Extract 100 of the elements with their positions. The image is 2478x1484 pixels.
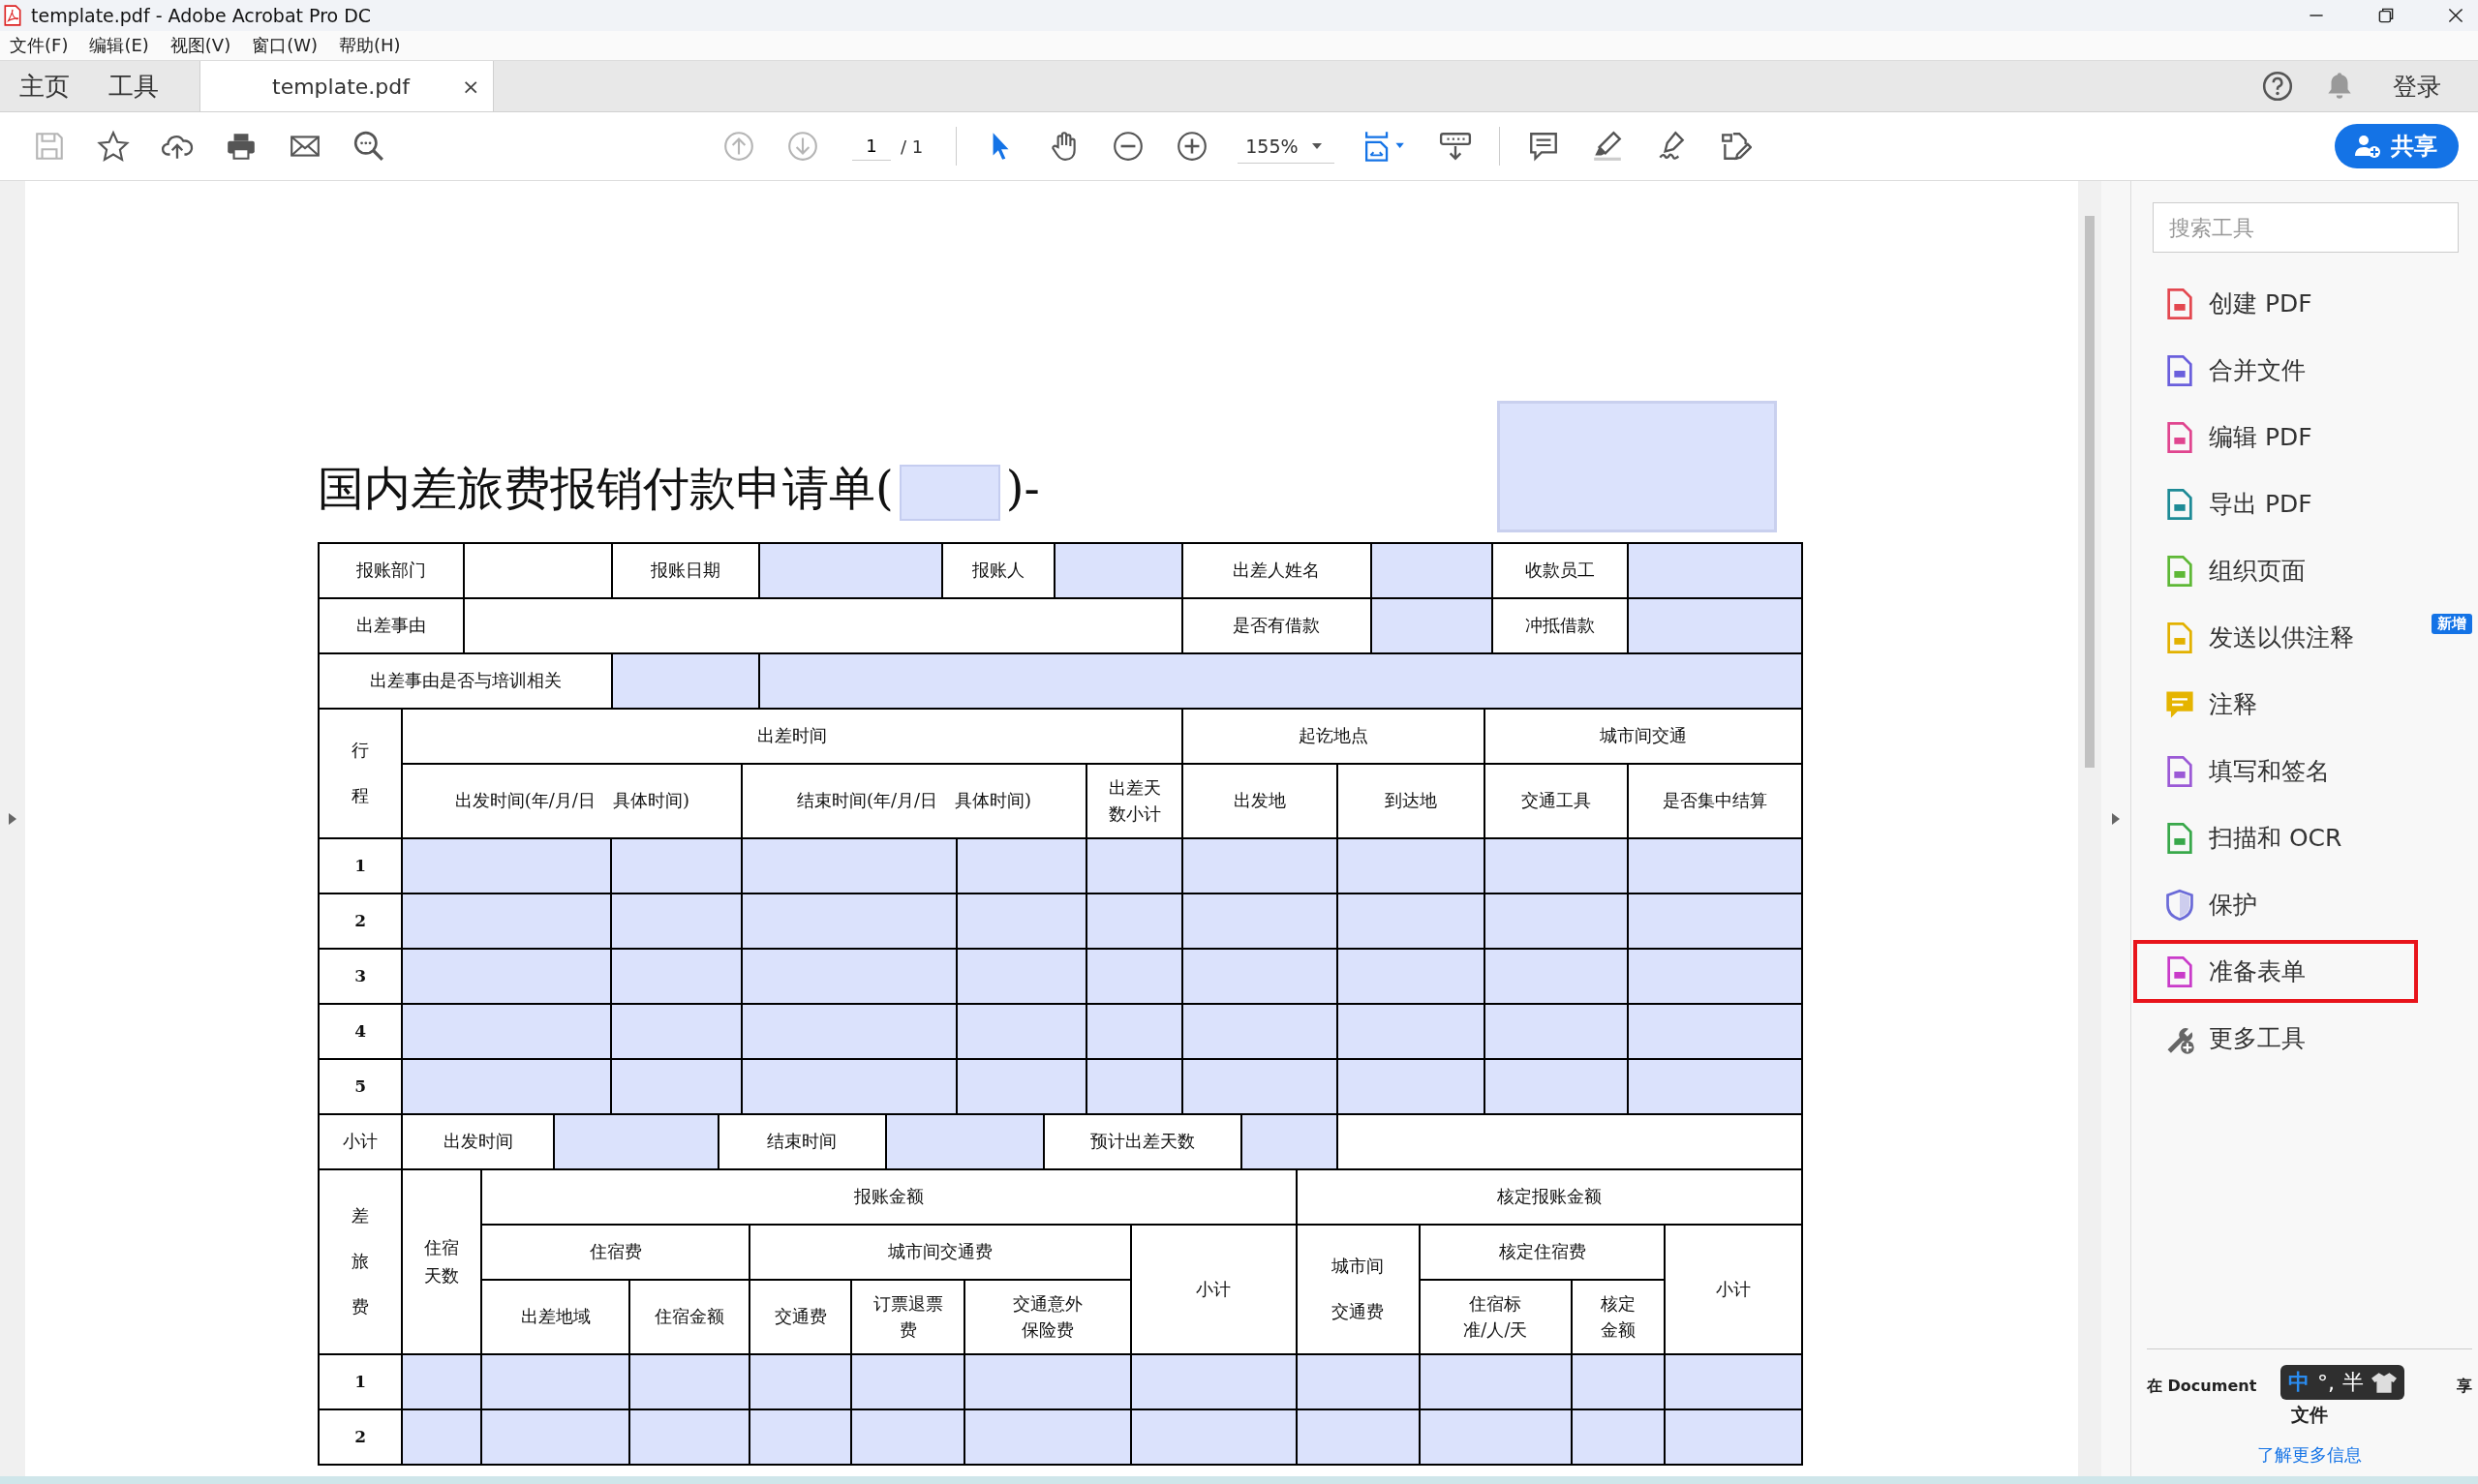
form-field[interactable] xyxy=(1338,894,1485,950)
form-field[interactable] xyxy=(760,654,1803,710)
form-field[interactable] xyxy=(886,1115,1045,1170)
form-field[interactable] xyxy=(851,1410,966,1466)
scrollbar[interactable] xyxy=(2078,181,2101,1476)
form-field[interactable] xyxy=(1421,1410,1573,1466)
form-field[interactable] xyxy=(1629,1060,1803,1115)
page-number-field[interactable]: 1 xyxy=(852,132,891,161)
form-field[interactable] xyxy=(1572,1410,1666,1466)
form-field[interactable] xyxy=(611,1060,744,1115)
form-field[interactable] xyxy=(1338,1060,1485,1115)
form-field[interactable] xyxy=(611,1005,744,1060)
form-field[interactable] xyxy=(630,1410,751,1466)
form-field[interactable] xyxy=(403,1060,612,1115)
form-field[interactable] xyxy=(1629,950,1803,1005)
form-field[interactable] xyxy=(1485,839,1630,894)
tool-item[interactable]: 准备表单 xyxy=(2131,938,2420,1005)
form-field[interactable] xyxy=(1131,1410,1298,1466)
form-field[interactable] xyxy=(958,894,1087,950)
form-field[interactable] xyxy=(1421,1355,1573,1410)
zoom-dropdown[interactable]: 155% xyxy=(1238,129,1335,164)
form-field[interactable] xyxy=(760,544,944,599)
expand-arrow-icon[interactable] xyxy=(2112,813,2120,825)
scroll-mode-icon[interactable] xyxy=(1439,130,1473,163)
form-field[interactable] xyxy=(1086,1060,1184,1115)
form-field[interactable] xyxy=(1297,1410,1422,1466)
form-field[interactable] xyxy=(965,1410,1132,1466)
form-field[interactable] xyxy=(743,1060,959,1115)
star-icon[interactable] xyxy=(97,130,130,163)
form-field[interactable] xyxy=(958,1060,1087,1115)
form-field[interactable] xyxy=(1485,1005,1630,1060)
form-field[interactable] xyxy=(1629,544,1803,599)
form-field[interactable] xyxy=(1572,1355,1666,1410)
menu-item[interactable]: 编辑(E) xyxy=(89,34,149,57)
form-field[interactable] xyxy=(403,1410,483,1466)
tool-item[interactable]: 编辑 PDF xyxy=(2131,404,2420,470)
form-field[interactable] xyxy=(403,839,612,894)
scrollbar-thumb[interactable] xyxy=(2085,216,2095,768)
zoom-out-icon[interactable] xyxy=(1112,130,1146,163)
zoom-in-icon[interactable] xyxy=(1176,130,1209,163)
tab[interactable]: template.pdf × xyxy=(199,61,495,111)
tool-item[interactable]: 导出 PDF xyxy=(2131,470,2420,537)
form-field[interactable] xyxy=(630,1355,751,1410)
search-icon[interactable] xyxy=(352,130,385,163)
menu-item[interactable]: 帮助(H) xyxy=(339,34,401,57)
form-field[interactable] xyxy=(611,950,744,1005)
form-field[interactable] xyxy=(958,950,1087,1005)
form-field[interactable] xyxy=(555,1115,719,1170)
search-field[interactable]: 搜索工具 xyxy=(2153,202,2459,253)
form-field[interactable] xyxy=(1086,894,1184,950)
form-field[interactable] xyxy=(958,1005,1087,1060)
form-field[interactable] xyxy=(1629,1005,1803,1060)
tab[interactable]: 主页 xyxy=(0,61,89,111)
form-field[interactable] xyxy=(403,950,612,1005)
form-field[interactable] xyxy=(1297,1355,1422,1410)
form-field[interactable] xyxy=(1629,894,1803,950)
form-field[interactable] xyxy=(750,1355,852,1410)
form-field[interactable] xyxy=(1371,599,1494,654)
tool-item[interactable]: 扫描和 OCR xyxy=(2131,804,2420,871)
form-field[interactable] xyxy=(1055,544,1184,599)
tool-item[interactable]: 注释 xyxy=(2131,671,2420,738)
tool-item[interactable]: 合并文件 xyxy=(2131,337,2420,404)
form-field[interactable] xyxy=(743,839,959,894)
form-field[interactable] xyxy=(1485,894,1630,950)
form-field[interactable] xyxy=(743,894,959,950)
form-field[interactable] xyxy=(1338,839,1485,894)
form-field[interactable] xyxy=(1629,599,1803,654)
form-field[interactable] xyxy=(1665,1355,1803,1410)
sign-in-link[interactable]: 登录 xyxy=(2393,70,2441,103)
form-field[interactable] xyxy=(613,654,761,710)
form-field[interactable] xyxy=(1183,1005,1339,1060)
tool-item[interactable]: 保护 xyxy=(2131,871,2420,938)
form-field[interactable] xyxy=(1183,839,1339,894)
form-field[interactable] xyxy=(1485,950,1630,1005)
edit-document-icon[interactable] xyxy=(1719,130,1753,163)
form-field[interactable] xyxy=(965,1355,1132,1410)
menu-item[interactable]: 窗口(W) xyxy=(252,34,319,57)
form-field[interactable] xyxy=(1183,950,1339,1005)
tool-item[interactable]: 更多工具 xyxy=(2131,1005,2420,1072)
learn-more-link[interactable]: 了解更多信息 xyxy=(2257,1443,2362,1467)
form-field[interactable] xyxy=(403,1355,483,1410)
form-field[interactable] xyxy=(750,1410,852,1466)
form-field[interactable] xyxy=(1241,1115,1339,1170)
form-field[interactable] xyxy=(1183,894,1339,950)
menu-item[interactable]: 视图(V) xyxy=(169,34,231,57)
form-field[interactable] xyxy=(1338,1005,1485,1060)
tool-item[interactable]: 填写和签名 xyxy=(2131,738,2420,804)
shirt-icon[interactable] xyxy=(2371,1372,2397,1393)
form-field[interactable] xyxy=(1629,839,1803,894)
form-field[interactable] xyxy=(611,839,744,894)
form-field[interactable] xyxy=(1338,950,1485,1005)
form-field[interactable] xyxy=(743,1005,959,1060)
form-field[interactable] xyxy=(1371,544,1494,599)
input-method-bar[interactable]: 中 °, 半 xyxy=(2280,1365,2404,1400)
tab[interactable]: 工具 xyxy=(89,61,178,111)
form-field[interactable] xyxy=(403,894,612,950)
form-field[interactable] xyxy=(851,1355,966,1410)
close-tab-button[interactable]: × xyxy=(462,74,480,99)
form-field[interactable] xyxy=(1485,1060,1630,1115)
help-icon[interactable] xyxy=(2261,70,2294,103)
